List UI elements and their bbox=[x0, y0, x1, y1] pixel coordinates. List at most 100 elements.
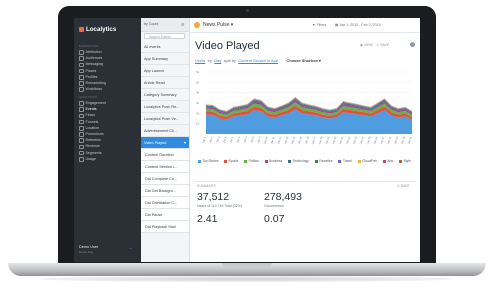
list-item-selected[interactable]: Video Played ▾ bbox=[141, 137, 189, 149]
legend-swatch bbox=[382, 159, 386, 163]
list-item-label: Localytics Push Re... bbox=[144, 105, 180, 109]
list-item[interactable]: App Summary bbox=[141, 53, 189, 65]
shortcut-selector[interactable]: Choose Shortcut ▾ bbox=[286, 58, 320, 63]
nav-item-usage[interactable]: Usage bbox=[79, 157, 96, 162]
nav-item-profiles[interactable]: Profiles bbox=[79, 75, 97, 80]
legend-item[interactable]: Top Stories bbox=[198, 159, 218, 163]
nav-item-segments[interactable]: Segments bbox=[79, 151, 102, 156]
nav-item-promotions[interactable]: Promotions bbox=[79, 132, 104, 137]
legend-swatch bbox=[338, 159, 342, 163]
shortcut-label: Choose Shortcut bbox=[286, 58, 318, 63]
legend-item[interactable]: Cloud/Feb bbox=[357, 159, 377, 163]
legend-label: Cloud/Feb bbox=[362, 159, 377, 163]
list-item-label: Video Played bbox=[144, 141, 167, 145]
summary-divider bbox=[195, 181, 416, 182]
nav-item-label: Revenue bbox=[85, 144, 100, 149]
list-sub-item-label: Did Complete Co... bbox=[145, 177, 178, 181]
nav-item-funnels[interactable]: Funnels bbox=[79, 120, 98, 125]
query-by: by bbox=[207, 58, 212, 63]
nav-item-engagement[interactable]: Engagement bbox=[79, 101, 106, 106]
event-search-input[interactable]: Search Events bbox=[144, 33, 185, 39]
date-range-picker[interactable]: ▦ Jan 1, 2015 - Feb 2, 2015 bbox=[335, 23, 381, 27]
legend-label: Business bbox=[269, 159, 283, 163]
metric-4-value: 0.07 bbox=[264, 213, 285, 225]
view-button[interactable]: ◉ VIEW bbox=[360, 43, 373, 47]
list-sub-item[interactable]: Did Get Backgro... bbox=[141, 185, 189, 197]
list-item[interactable]: Localytics Push Ve... bbox=[141, 113, 189, 125]
legend-swatch bbox=[399, 159, 403, 163]
y-tick-label: 5k bbox=[196, 80, 200, 84]
app-screen: Localytics MARKETING Attribution Audience… bbox=[74, 18, 420, 262]
x-tick-label: Jan 24 bbox=[358, 135, 365, 144]
list-sub-item[interactable]: Did Pause bbox=[141, 209, 189, 221]
legend-swatch bbox=[288, 159, 292, 163]
date-range-label: Jan 1, 2015 - Feb 2, 2015 bbox=[339, 23, 381, 27]
stacked-area-chart[interactable]: 6k5k4k3k2k1kJan 1 Jan 2 Jan 3 Jan 4 Jan 5 Jan… bbox=[194, 68, 416, 154]
nav-item-remarketing[interactable]: Remarketing bbox=[79, 81, 106, 86]
nav-icon bbox=[79, 101, 84, 106]
nav-item-location[interactable]: Location bbox=[79, 126, 99, 131]
nav-item-audiences[interactable]: Audiences bbox=[79, 56, 102, 61]
list-item[interactable]: All events bbox=[141, 41, 189, 53]
more-icon[interactable]: ... bbox=[129, 245, 132, 250]
legend-item[interactable]: Favorites bbox=[314, 159, 332, 163]
list-sub-item[interactable]: Did Orientation C... bbox=[141, 197, 189, 209]
nav-item-label: Segments bbox=[85, 150, 102, 155]
list-item[interactable]: Article Read bbox=[141, 77, 189, 89]
list-sub-item[interactable]: Did Complete Co... bbox=[141, 173, 189, 185]
y-tick-label: 4k bbox=[196, 91, 200, 95]
legend-item[interactable]: Technology bbox=[288, 159, 309, 163]
nav-item-revenue[interactable]: Revenue bbox=[79, 144, 100, 150]
metric-users-value: 37,512 bbox=[197, 191, 230, 203]
logo[interactable]: Localytics bbox=[79, 25, 116, 34]
user-name[interactable]: Demo User bbox=[79, 245, 98, 249]
sort-dropdown[interactable]: by Count bbox=[144, 22, 158, 26]
legend-item[interactable]: Travel bbox=[338, 159, 352, 163]
interval-selector[interactable]: Day bbox=[214, 58, 221, 63]
x-tick-label: Jan 31 bbox=[407, 135, 414, 144]
y-tick-label: 6k bbox=[196, 70, 200, 74]
nav-item-workflows[interactable]: Workflows bbox=[79, 87, 102, 92]
nav-icon bbox=[79, 81, 84, 86]
save-button[interactable]: ⎙ SAVE bbox=[377, 43, 389, 47]
list-item[interactable]: Category Summary bbox=[141, 89, 189, 101]
nav-item-events[interactable]: Events bbox=[79, 107, 97, 112]
app-selector[interactable]: News Pulse ▾ bbox=[203, 22, 233, 28]
legend-item[interactable]: Sports bbox=[224, 159, 238, 163]
list-item-label: Category Summary bbox=[144, 93, 177, 97]
list-item[interactable]: App Launch bbox=[141, 65, 189, 77]
nav-item-messaging[interactable]: Messaging bbox=[79, 62, 103, 68]
nav-item-places[interactable]: Places bbox=[79, 69, 96, 74]
legend-item[interactable]: Politics bbox=[244, 159, 259, 163]
nav-icon bbox=[79, 132, 84, 137]
legend-label: Sports bbox=[228, 159, 239, 163]
nav-icon bbox=[79, 113, 84, 119]
legend-item[interactable]: Business bbox=[264, 159, 283, 163]
nav-item-flows[interactable]: Flows bbox=[79, 113, 95, 119]
x-tick-label: Jan 1 bbox=[201, 135, 207, 143]
list-item[interactable]: Localytics Push Re... bbox=[141, 101, 189, 113]
dimension-selector[interactable]: Content Section in App bbox=[238, 58, 278, 63]
gear-icon[interactable]: ⚙ bbox=[181, 22, 185, 27]
summary-save-button[interactable]: ⎙ SAVE bbox=[397, 184, 409, 188]
metric-selector[interactable]: Users bbox=[195, 58, 205, 63]
filters-button[interactable]: ▼ Filters bbox=[312, 23, 326, 27]
list-item[interactable]: Advertisement Cli... bbox=[141, 125, 189, 137]
legend-item[interactable]: Style bbox=[399, 159, 411, 163]
app-icon bbox=[194, 22, 200, 28]
x-tick-label: Jan 11 bbox=[269, 135, 276, 144]
list-sub-item[interactable]: Content Section i... bbox=[141, 161, 189, 173]
nav-item-attribution[interactable]: Attribution bbox=[79, 50, 102, 55]
query-split-by: split by bbox=[223, 58, 236, 63]
main-panel: News Pulse ▾ ▼ Filters ▦ Jan 1, 2015 - F… bbox=[190, 18, 420, 262]
metric-occurrences-label: Occurrences bbox=[264, 204, 284, 208]
list-sub-item[interactable]: Content Duration bbox=[141, 149, 189, 161]
list-sub-item[interactable]: Did Playback Stall bbox=[141, 221, 189, 233]
list-sub-item-label: Did Playback Stall bbox=[145, 225, 176, 229]
nav-icon bbox=[79, 62, 84, 68]
legend-item[interactable]: Arts bbox=[382, 159, 393, 163]
help-icon[interactable]: ? bbox=[410, 42, 415, 47]
nav-icon bbox=[79, 87, 84, 92]
nav-item-retention[interactable]: Retention bbox=[79, 138, 101, 143]
x-tick-label: Jan 20 bbox=[331, 135, 338, 144]
